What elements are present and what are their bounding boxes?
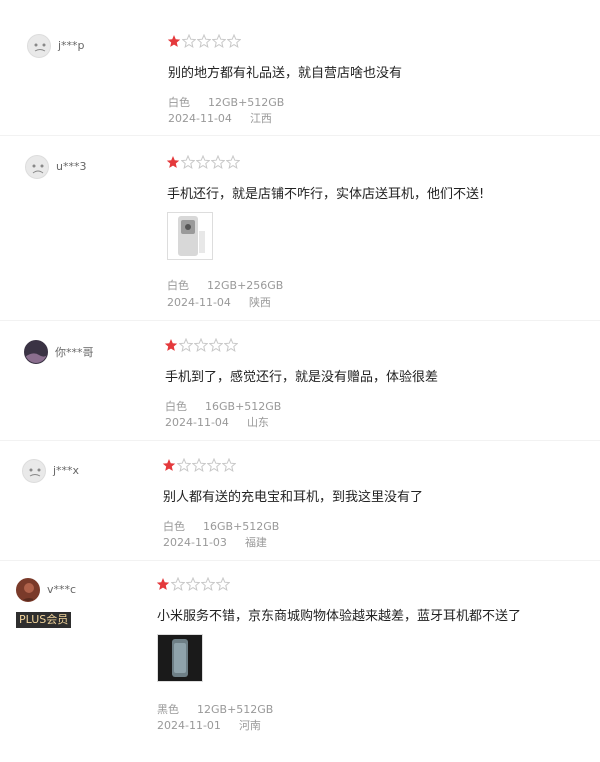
- username[interactable]: j***p: [58, 39, 85, 52]
- review-meta: 2024-11-04 山东: [165, 414, 287, 430]
- avatar-photo-icon: [21, 583, 37, 601]
- star-filled-icon: [167, 35, 181, 47]
- star-rating: [166, 155, 240, 169]
- username[interactable]: v***c: [47, 583, 76, 596]
- product-color: 白色: [168, 96, 190, 109]
- review-location: 陕西: [248, 296, 271, 309]
- username[interactable]: u***3: [56, 160, 86, 173]
- star-empty-icon: [211, 155, 225, 169]
- review-text: 小米服务不错，京东商城购物体验越来越差，蓝牙耳机都不送了: [157, 609, 522, 624]
- review-date: 2024-11-04: [168, 112, 232, 125]
- star-empty-icon: [179, 338, 193, 352]
- star-empty-icon: [186, 577, 200, 591]
- review-location: 福建: [244, 536, 267, 549]
- avatar[interactable]: [24, 340, 48, 364]
- review-meta: 白色 16GB+512GB: [165, 398, 299, 414]
- avatar[interactable]: [22, 459, 46, 483]
- avatar-face-icon: [32, 164, 44, 174]
- review-date: 2024-11-04: [165, 416, 229, 429]
- username[interactable]: j***x: [53, 464, 79, 477]
- review-meta: 2024-11-01 河南: [157, 717, 279, 733]
- star-empty-icon: [197, 34, 211, 48]
- avatar-face-icon: [34, 43, 46, 52]
- phone-photo-icon: [158, 635, 202, 681]
- divider: [0, 560, 600, 561]
- review-location: 江西: [249, 112, 272, 125]
- review-meta: 黑色 12GB+512GB: [157, 701, 291, 717]
- review-date: 2024-11-01: [157, 719, 221, 732]
- phone-photo-icon: [178, 216, 205, 256]
- review-meta: 2024-11-04 江西: [168, 110, 290, 126]
- star-empty-icon: [196, 155, 210, 169]
- product-color: 白色: [163, 520, 185, 533]
- star-empty-icon: [216, 577, 230, 591]
- star-empty-icon: [201, 577, 215, 591]
- star-empty-icon: [182, 34, 196, 48]
- review-date: 2024-11-04: [167, 296, 231, 309]
- star-empty-icon: [192, 458, 206, 472]
- star-filled-icon: [166, 156, 180, 168]
- review-location: 河南: [238, 719, 261, 732]
- review-meta: 白色 12GB+256GB: [167, 277, 301, 293]
- star-filled-icon: [156, 578, 170, 590]
- product-color: 黑色: [157, 703, 179, 716]
- star-empty-icon: [194, 338, 208, 352]
- avatar-photo-icon: [25, 353, 47, 363]
- star-rating: [162, 458, 236, 472]
- divider: [0, 135, 600, 136]
- divider: [0, 440, 600, 441]
- username[interactable]: 你***哥: [55, 344, 94, 360]
- star-empty-icon: [209, 338, 223, 352]
- avatar[interactable]: [16, 578, 40, 602]
- review-meta: 2024-11-04 陕西: [167, 294, 289, 310]
- star-empty-icon: [226, 155, 240, 169]
- review-text: 别的地方都有礼品送，就自营店啥也没有: [168, 66, 403, 81]
- avatar[interactable]: [25, 155, 49, 179]
- review-photo[interactable]: [167, 212, 213, 260]
- product-spec: 12GB+512GB: [197, 703, 274, 716]
- review-text: 手机还行，就是店铺不咋行，实体店送耳机，他们不送!: [167, 187, 485, 202]
- avatar-face-icon: [29, 468, 41, 477]
- avatar[interactable]: [27, 34, 51, 58]
- product-spec: 16GB+512GB: [205, 400, 282, 413]
- product-spec: 12GB+512GB: [208, 96, 285, 109]
- star-filled-icon: [164, 339, 178, 351]
- divider: [0, 320, 600, 321]
- star-rating: [167, 34, 241, 48]
- star-empty-icon: [227, 34, 241, 48]
- review-meta: 白色 12GB+512GB: [168, 94, 302, 110]
- star-empty-icon: [171, 577, 185, 591]
- star-empty-icon: [207, 458, 221, 472]
- star-empty-icon: [181, 155, 195, 169]
- product-color: 白色: [165, 400, 187, 413]
- product-spec: 12GB+256GB: [207, 279, 284, 292]
- product-spec: 16GB+512GB: [203, 520, 280, 533]
- product-color: 白色: [167, 279, 189, 292]
- review-date: 2024-11-03: [163, 536, 227, 549]
- star-empty-icon: [224, 338, 238, 352]
- star-filled-icon: [162, 459, 176, 471]
- star-rating: [156, 577, 230, 591]
- star-rating: [164, 338, 238, 352]
- star-empty-icon: [212, 34, 226, 48]
- review-meta: 白色 16GB+512GB: [163, 518, 297, 534]
- review-location: 山东: [246, 416, 269, 429]
- review-meta: 2024-11-03 福建: [163, 534, 285, 550]
- star-empty-icon: [177, 458, 191, 472]
- review-text: 别人都有送的充电宝和耳机，到我这里没有了: [163, 490, 424, 505]
- plus-member-badge: PLUS会员: [16, 612, 72, 628]
- review-text: 手机到了，感觉还行，就是没有赠品，体验很差: [165, 370, 439, 385]
- review-photo[interactable]: [157, 634, 203, 682]
- star-empty-icon: [222, 458, 236, 472]
